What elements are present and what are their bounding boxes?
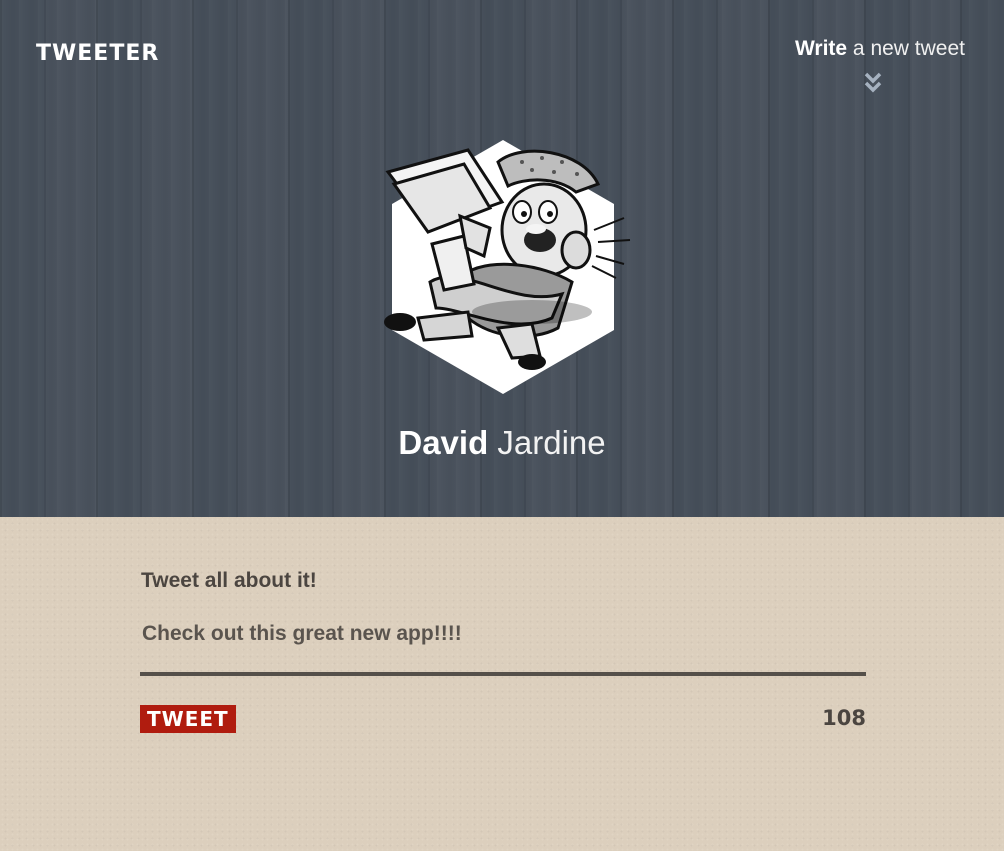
profile-first-name: David	[398, 424, 489, 461]
write-new-tweet-link[interactable]: Write a new tweet	[795, 37, 965, 61]
write-link-rest: a new tweet	[847, 37, 965, 60]
character-count: 108	[822, 706, 866, 730]
tweet-button[interactable]: TWEET	[140, 705, 236, 733]
profile-name: David Jardine	[0, 424, 1004, 462]
profile-last-name: Jardine	[488, 424, 606, 461]
compose-panel: Tweet all about it! TWEET 108	[0, 517, 1004, 851]
compose-label: Tweet all about it!	[141, 569, 317, 592]
tweet-input[interactable]	[140, 612, 866, 676]
write-link-strong: Write	[794, 37, 848, 60]
newsboy-avatar-icon	[384, 140, 631, 394]
double-chevron-down-icon[interactable]	[862, 71, 884, 95]
profile-header: TWEETER Write a new tweet David Jardine	[0, 0, 1004, 517]
brand-logo[interactable]: TWEETER	[36, 41, 159, 66]
